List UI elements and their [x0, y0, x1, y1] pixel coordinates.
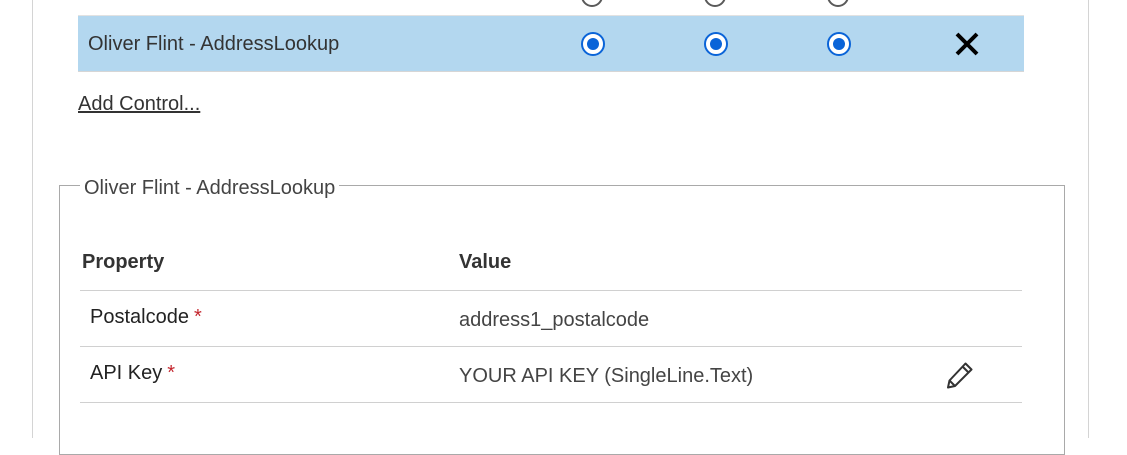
properties-table: Property Value Postalcode * address1_post… — [80, 240, 1022, 403]
table-row: API Key * YOUR API KEY (SingleLine.Text) — [80, 347, 1022, 403]
radio-dot — [710, 38, 722, 50]
property-cell: Postalcode * — [90, 306, 202, 329]
table-header: Property Value — [80, 240, 1022, 291]
property-label: Postalcode — [90, 306, 189, 328]
radio-web[interactable] — [581, 0, 603, 7]
edit-property-button[interactable] — [944, 359, 976, 391]
control-row-selected[interactable]: Oliver Flint - AddressLookup — [78, 16, 1024, 72]
table-row: Postalcode * address1_postalcode — [80, 291, 1022, 347]
radio-tablet[interactable] — [827, 0, 849, 7]
property-column-header: Property — [82, 251, 165, 273]
property-label: API Key — [90, 362, 163, 384]
radio-web[interactable] — [581, 32, 605, 56]
value-cell: YOUR API KEY (SingleLine.Text) — [459, 365, 754, 387]
remove-control-button[interactable] — [952, 29, 982, 59]
control-name: Oliver Flint - AddressLookup — [88, 33, 340, 55]
previous-control-row — [78, 0, 1024, 16]
close-icon — [955, 32, 979, 56]
radio-tablet[interactable] — [827, 32, 851, 56]
value-cell: address1_postalcode — [459, 309, 650, 331]
required-marker: * — [193, 306, 202, 328]
add-control-link[interactable]: Add Control... — [78, 93, 200, 116]
property-cell: API Key * — [90, 362, 175, 385]
required-marker: * — [167, 362, 176, 384]
radio-dot — [587, 38, 599, 50]
pencil-icon — [947, 362, 973, 389]
radio-phone[interactable] — [704, 0, 726, 7]
radio-dot — [833, 38, 845, 50]
radio-phone[interactable] — [704, 32, 728, 56]
fieldset-legend: Oliver Flint - AddressLookup — [80, 177, 340, 200]
value-column-header: Value — [459, 251, 512, 273]
